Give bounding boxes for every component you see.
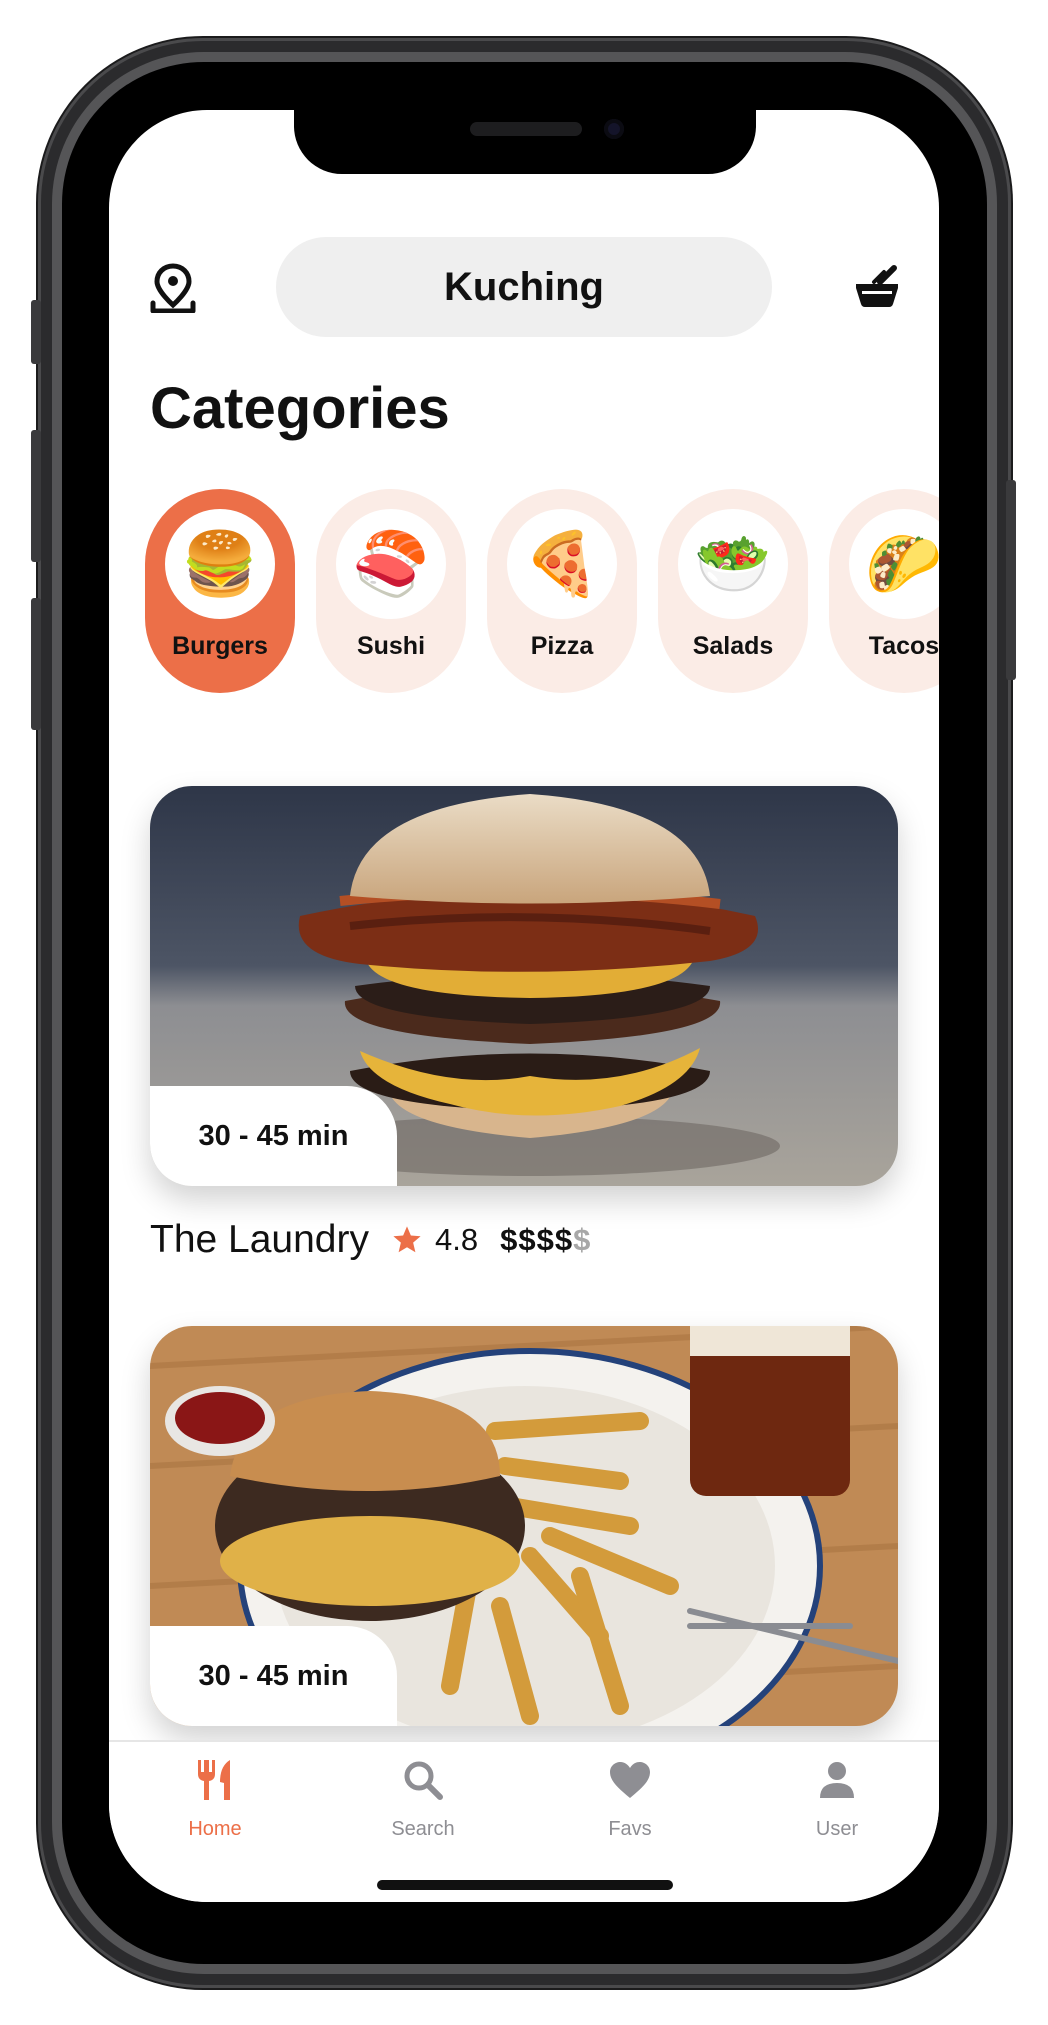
eta-badge: 30 - 45 min [150, 1086, 397, 1186]
location-label: Kuching [444, 264, 604, 309]
tab-label: Favs [608, 1818, 652, 1840]
fork-knife-icon [155, 1756, 275, 1804]
volume-down-button [31, 598, 41, 730]
location-selector[interactable]: Kuching [276, 237, 772, 337]
front-camera [604, 119, 624, 139]
location-pin-icon [150, 263, 196, 313]
category-label: Tacos [868, 632, 939, 660]
tab-favs[interactable]: Favs [570, 1754, 690, 1844]
restaurant-info: The Laundry 4.8 $$$$ $ [150, 1210, 590, 1270]
speaker-grille [470, 122, 582, 136]
tab-user[interactable]: User [777, 1754, 897, 1844]
basket-button[interactable] [851, 260, 903, 312]
heart-icon [570, 1756, 690, 1804]
notch [294, 110, 756, 174]
category-tacos[interactable]: 🌮 Tacos [829, 489, 939, 693]
app-screen: Kuching Categories 🍔 Burgers 🍣 Sushi 🍕 P… [109, 110, 939, 1902]
categories-title: Categories [150, 376, 450, 441]
category-label: Pizza [530, 632, 594, 660]
tab-label: User [815, 1818, 859, 1840]
restaurant-card[interactable]: 30 - 45 min [150, 1326, 898, 1726]
category-burgers[interactable]: 🍔 Burgers [145, 489, 295, 693]
silent-switch [31, 300, 41, 364]
home-indicator[interactable] [377, 1880, 673, 1890]
category-salads[interactable]: 🥗 Salads [658, 489, 808, 693]
tab-search[interactable]: Search [363, 1754, 483, 1844]
burger-icon: 🍔 [165, 509, 275, 619]
user-icon [777, 1756, 897, 1804]
search-icon [363, 1756, 483, 1804]
category-label: Salads [692, 632, 774, 660]
tab-home[interactable]: Home [155, 1754, 275, 1844]
taco-icon: 🌮 [849, 509, 939, 619]
salad-icon: 🥗 [678, 509, 788, 619]
category-sushi[interactable]: 🍣 Sushi [316, 489, 466, 693]
price-level-remaining: $ [573, 1222, 591, 1257]
category-label: Burgers [172, 632, 268, 660]
pizza-icon: 🍕 [507, 509, 617, 619]
location-button[interactable] [147, 262, 199, 314]
sushi-icon: 🍣 [336, 509, 446, 619]
restaurant-card[interactable]: 30 - 45 min [150, 786, 898, 1186]
restaurant-name[interactable]: The Laundry [150, 1218, 369, 1262]
eta-text: 30 - 45 min [198, 1659, 349, 1692]
tab-label: Home [188, 1818, 242, 1840]
category-list: 🍔 Burgers 🍣 Sushi 🍕 Pizza 🥗 Salads 🌮 Tac… [145, 489, 939, 694]
tab-label: Search [391, 1818, 455, 1840]
eta-text: 30 - 45 min [198, 1119, 349, 1152]
star-icon [391, 1224, 423, 1256]
eta-badge: 30 - 45 min [150, 1626, 397, 1726]
volume-up-button [31, 430, 41, 562]
restaurant-rating: 4.8 [434, 1222, 479, 1257]
category-label: Sushi [356, 632, 426, 660]
price-level: $$$$ [500, 1222, 574, 1257]
category-pizza[interactable]: 🍕 Pizza [487, 489, 637, 693]
power-button [1006, 480, 1016, 680]
basket-icon [856, 265, 898, 307]
tab-bar: Home Search Favs User [109, 1740, 939, 1902]
